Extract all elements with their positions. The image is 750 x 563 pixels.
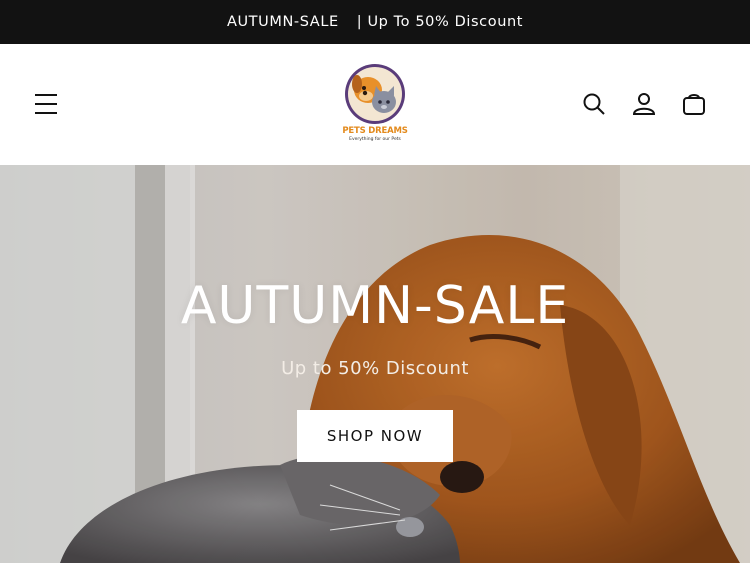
search-icon [583,93,605,115]
cart-button[interactable] [676,86,712,122]
cart-icon [683,94,705,115]
site-header: PETS DREAMS Everything for our Pets [0,44,750,165]
search-button[interactable] [576,86,612,122]
announcement-bar: AUTUMN-SALE | Up To 50% Discount [0,0,750,44]
account-button[interactable] [626,86,662,122]
hero-title: AUTUMN-SALE [180,276,570,336]
logo[interactable]: PETS DREAMS Everything for our Pets [330,62,420,148]
menu-icon [35,94,57,114]
hero-subtitle: Up to 50% Discount [281,358,469,379]
account-icon [632,93,656,115]
announcement-discount-text: | Up To 50% Discount [356,14,524,30]
menu-button[interactable] [28,86,64,122]
logo-title: PETS DREAMS [342,126,408,136]
announcement-sale-text: AUTUMN-SALE [226,14,339,30]
hero-banner: AUTUMN-SALE Up to 50% Discount SHOP NOW [0,165,750,563]
logo-tagline: Everything for our Pets [349,137,401,142]
shop-now-button[interactable]: SHOP NOW [297,410,453,462]
logo-mascot-icon [345,64,405,124]
